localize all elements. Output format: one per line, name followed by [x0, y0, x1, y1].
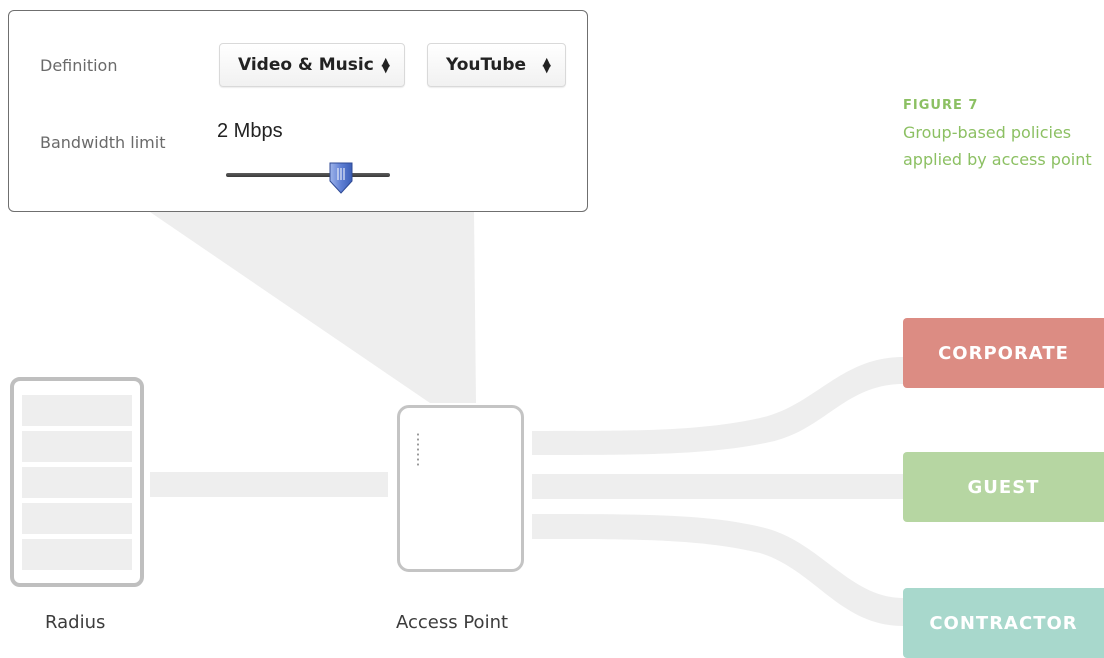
figure-number: FIGURE 7 [903, 98, 979, 113]
app-select[interactable]: YouTube ▲ ▼ [427, 43, 566, 87]
group-corporate-label: CORPORATE [938, 342, 1069, 364]
server-rack-unit [22, 431, 132, 462]
server-rack-unit [22, 467, 132, 498]
access-point-label: Access Point [396, 612, 509, 633]
select-arrows-icon: ▲ ▼ [542, 55, 551, 75]
server-rack-unit [22, 503, 132, 534]
bandwidth-slider[interactable] [226, 173, 390, 177]
policy-panel: Definition Video & Music ▲ ▼ YouTube ▲ ▼ B… [8, 10, 588, 212]
category-select-value: Video & Music [238, 55, 374, 75]
server-rack-unit [22, 395, 132, 426]
radius-label: Radius [45, 612, 106, 633]
group-contractor-label: CONTRACTOR [929, 612, 1078, 634]
bandwidth-label: Bandwidth limit [40, 133, 166, 152]
server-rack-unit [22, 539, 132, 570]
group-contractor: CONTRACTOR [903, 588, 1104, 658]
app-select-value: YouTube [446, 55, 527, 75]
slider-thumb[interactable] [328, 161, 354, 195]
status-lights [417, 432, 419, 468]
group-guest-label: GUEST [967, 476, 1040, 498]
link-corporate [532, 357, 903, 455]
radius-ap-link [150, 472, 388, 497]
group-guest: GUEST [903, 452, 1104, 522]
figure-description: Group-based policies applied by access p… [903, 123, 1092, 169]
bandwidth-value: 2 Mbps [217, 120, 283, 142]
access-point-icon [397, 405, 524, 572]
definition-label: Definition [40, 56, 118, 75]
group-corporate: CORPORATE [903, 318, 1104, 388]
figure-caption: FIGURE 7 Group-based policies applied by… [903, 98, 1103, 173]
link-guest [532, 474, 903, 499]
category-select[interactable]: Video & Music ▲ ▼ [219, 43, 405, 87]
callout-cone [150, 212, 476, 403]
link-contractor [532, 514, 903, 626]
select-arrows-icon: ▲ ▼ [381, 55, 390, 75]
radius-server-icon [10, 377, 144, 587]
